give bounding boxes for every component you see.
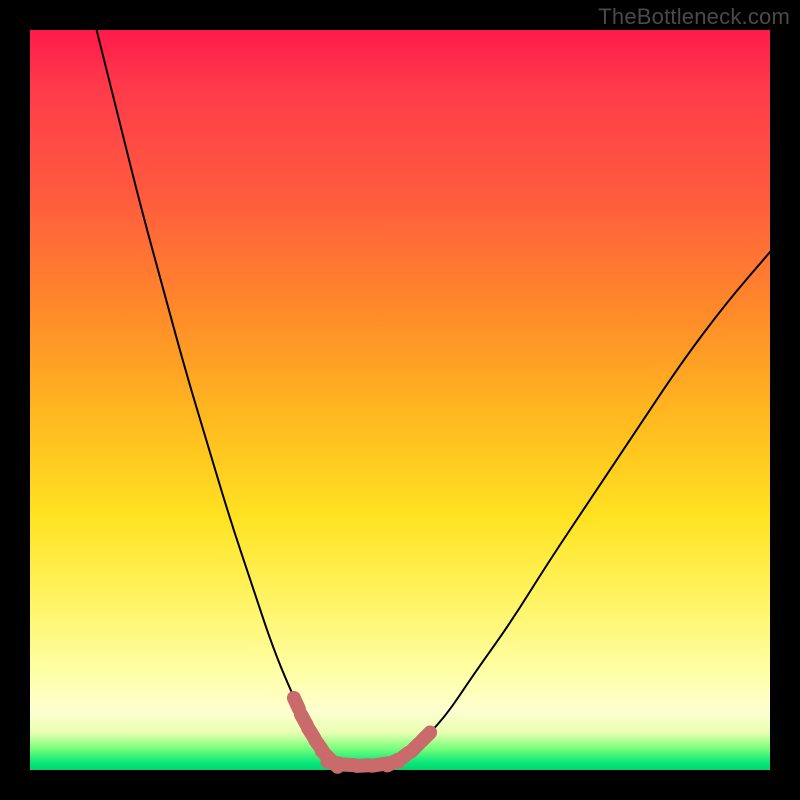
- bottleneck-curve: [30, 30, 770, 770]
- plot-area: [30, 30, 770, 770]
- watermark-text: TheBottleneck.com: [598, 4, 790, 30]
- highlight-group: [294, 698, 430, 767]
- curve-path: [97, 30, 770, 765]
- highlight-dash: [422, 733, 430, 741]
- chart-frame: TheBottleneck.com: [0, 0, 800, 800]
- highlight-dash: [294, 698, 299, 709]
